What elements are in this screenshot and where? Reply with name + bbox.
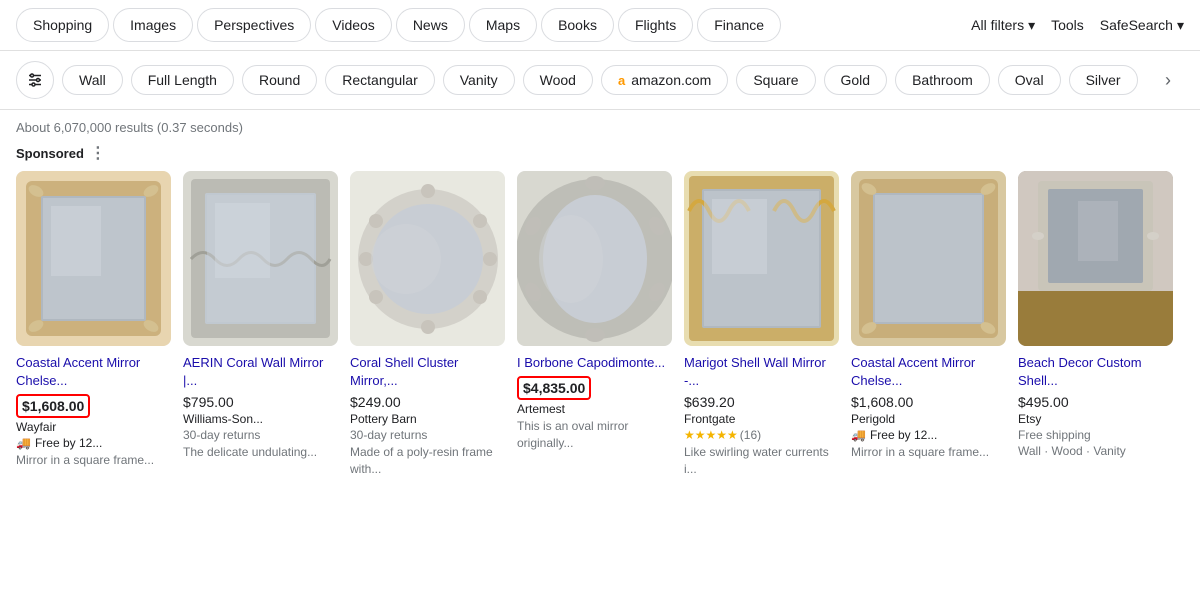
product-store-2: Williams-Son...	[183, 412, 338, 426]
more-options-icon[interactable]: ⋮	[90, 143, 106, 163]
product-meta-2: 30-day returns	[183, 428, 338, 442]
product-rating-5: ★★★★★ (16)	[684, 428, 839, 442]
nav-tab-images[interactable]: Images	[113, 8, 193, 42]
product-store-3: Pottery Barn	[350, 412, 505, 426]
product-desc-1: Mirror in a square frame...	[16, 452, 171, 469]
product-desc-5: Like swirling water currents i...	[684, 444, 839, 478]
nav-tab-videos[interactable]: Videos	[315, 8, 392, 42]
amazon-logo-icon: a	[618, 73, 625, 88]
top-nav: Shopping Images Perspectives Videos News…	[0, 0, 1200, 51]
product-title-4: I Borbone Capodimonte...	[517, 354, 672, 372]
product-price-box-1: $1,608.00	[16, 394, 171, 420]
product-meta-3: 30-day returns	[350, 428, 505, 442]
sponsored-label: Sponsored	[16, 146, 84, 161]
filter-chip-oval[interactable]: Oval	[998, 65, 1061, 95]
product-price-2: $795.00	[183, 394, 338, 410]
product-price-4: $4,835.00	[523, 380, 585, 396]
sponsored-section: Sponsored ⋮	[0, 139, 1200, 171]
product-desc-6: Mirror in a square frame...	[851, 444, 1006, 461]
product-image-5	[684, 171, 839, 346]
product-shipping-6: 🚚 Free by 12...	[851, 428, 1006, 442]
product-price-3: $249.00	[350, 394, 505, 410]
product-store-4: Artemest	[517, 402, 672, 416]
product-desc-4: This is an oval mirror originally...	[517, 418, 672, 452]
filter-chip-round[interactable]: Round	[242, 65, 317, 95]
nav-tab-shopping[interactable]: Shopping	[16, 8, 109, 42]
filter-chip-gold[interactable]: Gold	[824, 65, 888, 95]
nav-tab-maps[interactable]: Maps	[469, 8, 537, 42]
nav-tab-books[interactable]: Books	[541, 8, 614, 42]
product-card-5[interactable]: Marigot Shell Wall Mirror -... $639.20 F…	[684, 171, 839, 478]
filter-next-button[interactable]: ›	[1152, 64, 1184, 96]
product-image-1	[16, 171, 171, 346]
product-card-1[interactable]: Coastal Accent Mirror Chelse... $1,608.0…	[16, 171, 171, 478]
product-store-5: Frontgate	[684, 412, 839, 426]
product-card-2[interactable]: AERIN Coral Wall Mirror |... $795.00 Wil…	[183, 171, 338, 478]
product-title-6: Coastal Accent Mirror Chelse...	[851, 354, 1006, 390]
product-image-3	[350, 171, 505, 346]
product-price-6: $1,608.00	[851, 394, 1006, 410]
product-image-6	[851, 171, 1006, 346]
product-price-7: $495.00	[1018, 394, 1173, 410]
product-card-3[interactable]: Coral Shell Cluster Mirror,... $249.00 P…	[350, 171, 505, 478]
nav-tab-finance[interactable]: Finance	[697, 8, 781, 42]
product-price-box-4: $4,835.00	[517, 376, 672, 402]
all-filters-button[interactable]: All filters ▾	[971, 17, 1035, 34]
products-container: Coastal Accent Mirror Chelse... $1,608.0…	[0, 171, 1200, 478]
product-card-7[interactable]: Beach Decor Custom Shell... $495.00 Etsy…	[1018, 171, 1173, 478]
product-price-5: $639.20	[684, 394, 839, 410]
filter-chip-silver[interactable]: Silver	[1069, 65, 1138, 95]
product-image-4	[517, 171, 672, 346]
filter-chip-wall[interactable]: Wall	[62, 65, 123, 95]
chevron-down-icon: ▾	[1177, 17, 1184, 34]
filter-icon-button[interactable]	[16, 61, 54, 99]
tools-button[interactable]: Tools	[1051, 17, 1084, 33]
product-card-4[interactable]: I Borbone Capodimonte... $4,835.00 Artem…	[517, 171, 672, 478]
product-shipping-1: 🚚 Free by 12...	[16, 436, 171, 450]
product-card-6[interactable]: Coastal Accent Mirror Chelse... $1,608.0…	[851, 171, 1006, 478]
product-store-7: Etsy	[1018, 412, 1173, 426]
nav-tab-perspectives[interactable]: Perspectives	[197, 8, 311, 42]
product-store-1: Wayfair	[16, 420, 171, 434]
safe-search-button[interactable]: SafeSearch ▾	[1100, 17, 1184, 34]
filter-chip-square[interactable]: Square	[736, 65, 815, 95]
product-title-3: Coral Shell Cluster Mirror,...	[350, 354, 505, 390]
product-meta2-7: Wall · Wood · Vanity	[1018, 444, 1173, 458]
stars-icon: ★★★★★	[684, 428, 738, 442]
filter-chip-vanity[interactable]: Vanity	[443, 65, 515, 95]
nav-tab-news[interactable]: News	[396, 8, 465, 42]
product-image-7	[1018, 171, 1173, 346]
results-summary: About 6,070,000 results (0.37 seconds)	[0, 110, 1200, 139]
filter-chip-full-length[interactable]: Full Length	[131, 65, 234, 95]
product-image-2	[183, 171, 338, 346]
truck-icon: 🚚	[16, 436, 31, 450]
chevron-down-icon: ▾	[1028, 17, 1035, 34]
product-title-1: Coastal Accent Mirror Chelse...	[16, 354, 171, 390]
product-title-7: Beach Decor Custom Shell...	[1018, 354, 1173, 390]
product-meta-7: Free shipping	[1018, 428, 1173, 442]
filter-chip-rectangular[interactable]: Rectangular	[325, 65, 435, 95]
nav-tab-flights[interactable]: Flights	[618, 8, 693, 42]
nav-tabs: Shopping Images Perspectives Videos News…	[16, 8, 971, 42]
product-price-1: $1,608.00	[22, 398, 84, 414]
product-title-2: AERIN Coral Wall Mirror |...	[183, 354, 338, 390]
filter-chip-amazon[interactable]: a amazon.com	[601, 65, 728, 95]
products-grid: Coastal Accent Mirror Chelse... $1,608.0…	[16, 171, 1184, 478]
nav-right: All filters ▾ Tools SafeSearch ▾	[971, 17, 1184, 34]
product-title-5: Marigot Shell Wall Mirror -...	[684, 354, 839, 390]
product-desc-2: The delicate undulating...	[183, 444, 338, 461]
product-store-6: Perigold	[851, 412, 1006, 426]
filter-chip-bathroom[interactable]: Bathroom	[895, 65, 990, 95]
filter-chip-wood[interactable]: Wood	[523, 65, 593, 95]
review-count-5: (16)	[740, 428, 761, 442]
product-desc-3: Made of a poly-resin frame with...	[350, 444, 505, 478]
filter-bar: Wall Full Length Round Rectangular Vanit…	[0, 51, 1200, 110]
truck-icon: 🚚	[851, 428, 866, 442]
